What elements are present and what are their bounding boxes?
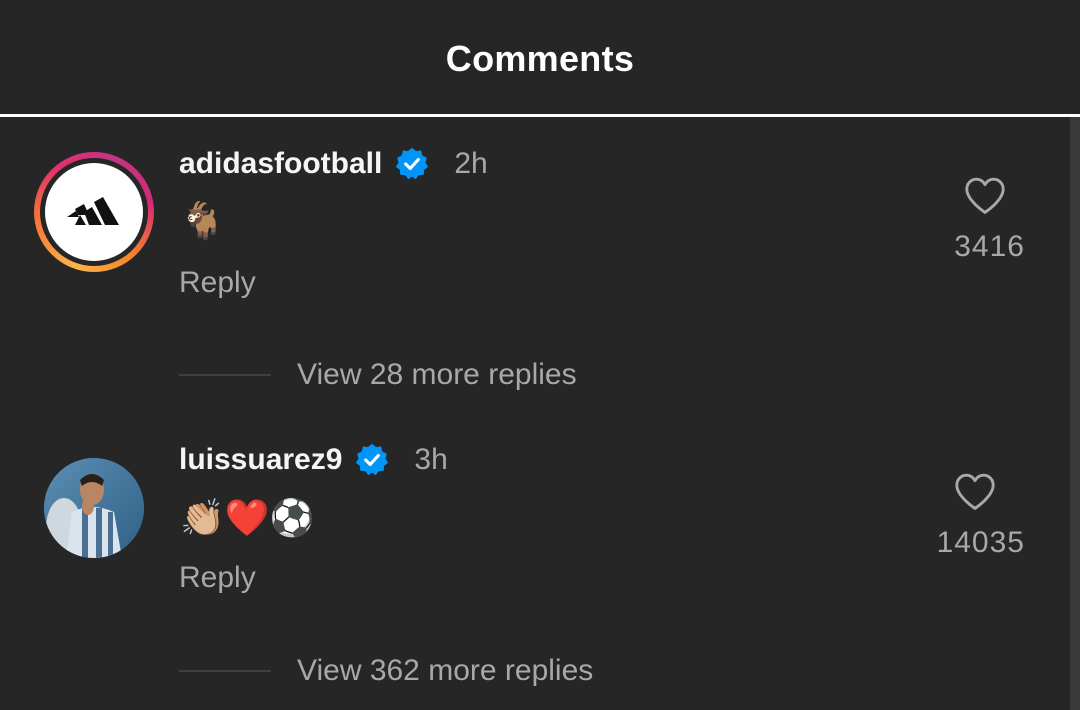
comment-header: adidasfootball 2h	[179, 144, 488, 184]
like-count: 3416	[954, 230, 1025, 263]
view-replies-button[interactable]: View 362 more replies	[179, 654, 593, 688]
heart-icon[interactable]	[963, 176, 1007, 216]
view-replies-label: View 362 more replies	[297, 654, 594, 687]
avatar[interactable]	[34, 152, 154, 272]
comment-text: 🐐	[180, 201, 225, 242]
comment-text: 👏🏼❤️⚽	[180, 498, 315, 539]
adidas-logo-icon	[45, 163, 143, 261]
reply-button[interactable]: Reply	[179, 266, 256, 300]
username-link[interactable]: adidasfootball	[179, 147, 382, 181]
profile-photo	[44, 458, 144, 558]
view-replies-button[interactable]: View 28 more replies	[179, 358, 577, 392]
like-block: 3416	[885, 176, 1025, 264]
heart-icon[interactable]	[953, 472, 997, 512]
comments-header: Comments	[0, 0, 1080, 114]
view-replies-label: View 28 more replies	[297, 358, 577, 391]
verified-badge-icon	[356, 443, 389, 476]
username-link[interactable]: luissuarez9	[179, 443, 342, 477]
comment-timestamp: 2h	[454, 147, 488, 180]
comment-header: luissuarez9 3h	[179, 440, 448, 480]
replies-divider-line	[179, 670, 271, 672]
header-divider	[0, 114, 1080, 117]
comment-timestamp: 3h	[414, 443, 448, 476]
like-block: 14035	[885, 472, 1025, 560]
avatar[interactable]	[44, 458, 144, 558]
verified-badge-icon	[396, 147, 429, 180]
reply-button[interactable]: Reply	[179, 561, 256, 595]
like-count: 14035	[936, 526, 1025, 559]
replies-divider-line	[179, 374, 271, 376]
scrollbar[interactable]	[1070, 117, 1080, 710]
page-title: Comments	[445, 38, 635, 79]
